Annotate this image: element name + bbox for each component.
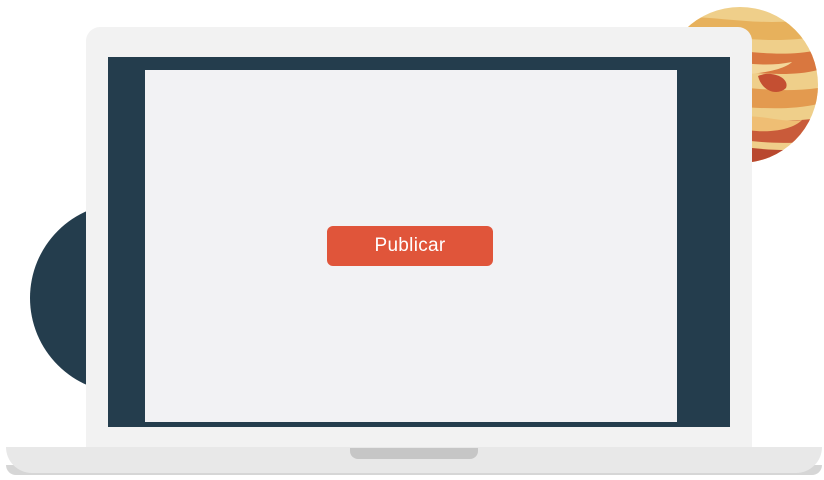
laptop-illustration: Publicar [0, 0, 824, 480]
laptop-opening-notch [350, 448, 478, 459]
laptop-lid: Publicar [86, 27, 752, 447]
screen-bezel: Publicar [108, 57, 730, 427]
publish-button[interactable]: Publicar [327, 226, 493, 266]
laptop-screen: Publicar [145, 70, 677, 422]
